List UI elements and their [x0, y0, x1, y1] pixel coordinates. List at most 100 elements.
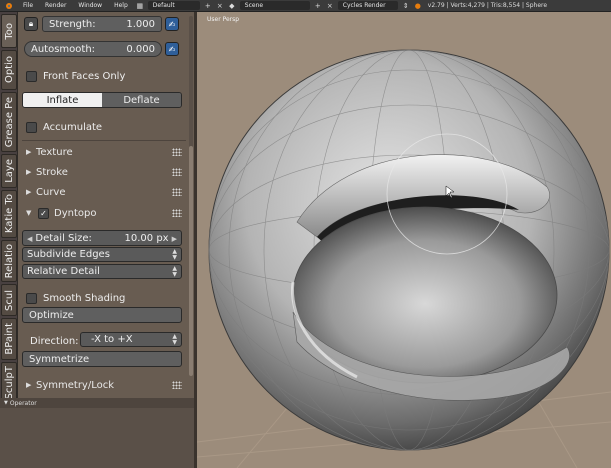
- drag-grip-icon[interactable]: [172, 209, 182, 217]
- optimize-label: Optimize: [29, 309, 74, 321]
- detail-size-value: 10.00 px: [124, 232, 169, 244]
- drag-grip-icon[interactable]: [172, 381, 182, 389]
- add-scene-icon[interactable]: +: [314, 2, 322, 10]
- viewport-view-label: User Persp: [207, 16, 240, 23]
- subpanel-symmetry-lock[interactable]: ▶ Symmetry/Lock: [26, 376, 182, 394]
- front-faces-only-label: Front Faces Only: [43, 70, 126, 82]
- subpanel-dyntopo-label: Dyntopo: [54, 207, 97, 219]
- expand-arrow-icon: ▶: [26, 168, 32, 176]
- smooth-shading-label: Smooth Shading: [43, 292, 126, 304]
- scene-stats: v2.79 | Verts:4,279 | Tris:8,554 | Spher…: [427, 2, 548, 9]
- tab-relations[interactable]: Relatio: [1, 240, 17, 282]
- tab-grease-pencil[interactable]: Grease Pe: [1, 92, 17, 152]
- deflate-button[interactable]: Deflate: [102, 93, 181, 107]
- autosmooth-slider[interactable]: Autosmooth: 0.000: [24, 41, 162, 57]
- layout-name: Default: [152, 2, 175, 9]
- strength-value: 1.000: [126, 18, 155, 30]
- strength-pressure-icon[interactable]: ✍︎: [165, 17, 179, 31]
- subpanel-texture-label: Texture: [36, 146, 73, 158]
- increment-arrow-icon[interactable]: ▶: [172, 235, 177, 243]
- render-engine-selector[interactable]: Cycles Render: [337, 1, 398, 10]
- sphere-mesh[interactable]: [208, 49, 610, 451]
- drag-grip-icon[interactable]: [172, 188, 182, 196]
- subpanel-texture[interactable]: ▶ Texture: [26, 143, 182, 161]
- subpanel-stroke[interactable]: ▶ Stroke: [26, 163, 182, 181]
- inflate-button[interactable]: Inflate: [23, 93, 102, 107]
- drag-grip-icon[interactable]: [172, 168, 182, 176]
- expand-arrow-icon: ▶: [26, 148, 32, 156]
- smooth-shading-checkbox[interactable]: Smooth Shading: [26, 291, 190, 305]
- drag-grip-icon[interactable]: [172, 148, 182, 156]
- updown-arrows-icon: ▲ ▼: [172, 332, 177, 346]
- tab-tools[interactable]: Too: [1, 14, 17, 48]
- blender-logo-icon[interactable]: [4, 1, 14, 11]
- accumulate-checkbox[interactable]: Accumulate: [26, 120, 190, 134]
- subpanel-stroke-label: Stroke: [36, 166, 68, 178]
- operator-label: Operator: [9, 399, 37, 407]
- symmetrize-button[interactable]: Symmetrize: [22, 351, 182, 367]
- front-faces-only-box[interactable]: [26, 70, 37, 82]
- tab-grease-pencil-label: Grease Pe: [3, 96, 15, 148]
- tab-sculpt[interactable]: Scul: [1, 284, 17, 316]
- render-engine-name: Cycles Render: [342, 2, 386, 9]
- subpanel-curve-label: Curve: [36, 186, 66, 198]
- detail-size-field[interactable]: ◀ Detail Size: 10.00 px ▶: [22, 230, 182, 246]
- smooth-shading-box[interactable]: [26, 292, 37, 304]
- scene-icon[interactable]: ◆: [228, 2, 236, 10]
- scrollbar-thumb[interactable]: [189, 146, 193, 376]
- tab-options[interactable]: Optio: [1, 50, 17, 90]
- subdivide-mode-value: Subdivide Edges: [27, 249, 110, 260]
- subdivide-mode-select[interactable]: Subdivide Edges ▲ ▼: [22, 247, 182, 262]
- operator-panel: [0, 408, 194, 468]
- scene-name: Scene: [244, 2, 264, 9]
- scene-selector[interactable]: Scene: [239, 1, 310, 10]
- tab-layers[interactable]: Laye: [1, 154, 17, 188]
- symmetry-direction-select[interactable]: -X to +X ▲ ▼: [80, 332, 182, 347]
- decrement-arrow-icon[interactable]: ◀: [27, 235, 32, 243]
- expand-arrow-icon: ▶: [26, 381, 32, 389]
- dyntopo-enable-checkbox[interactable]: ✓: [38, 207, 49, 219]
- tab-tools-label: Too: [3, 22, 15, 40]
- lock-icon[interactable]: 🔒︎: [24, 17, 38, 31]
- expand-arrow-icon: ▼: [4, 400, 8, 406]
- panel-scrollbar[interactable]: [189, 16, 193, 376]
- tab-layers-label: Laye: [3, 159, 15, 183]
- close-scene-icon[interactable]: ×: [326, 2, 334, 10]
- autosmooth-pressure-icon[interactable]: ✍︎: [165, 42, 179, 56]
- blender-version-icon: ●: [414, 1, 421, 10]
- direction-label: Direction:: [30, 336, 79, 347]
- autosmooth-value: 0.000: [126, 43, 155, 55]
- optimize-button[interactable]: Optimize: [22, 307, 182, 323]
- accumulate-label: Accumulate: [43, 121, 103, 133]
- tab-relations-label: Relatio: [3, 243, 15, 279]
- detail-size-label-wrap: ◀ Detail Size:: [27, 233, 92, 244]
- subpanel-dyntopo[interactable]: ▼ ✓ Dyntopo: [26, 204, 182, 222]
- menu-render[interactable]: Render: [45, 2, 66, 9]
- layout-selector[interactable]: Default: [147, 1, 200, 10]
- detail-mode-select[interactable]: Relative Detail ▲ ▼: [22, 264, 182, 279]
- screen-layout-icon[interactable]: ▦: [136, 2, 144, 10]
- menu-window[interactable]: Window: [78, 2, 102, 9]
- collapse-arrow-icon: ▼: [26, 209, 32, 217]
- menu-file[interactable]: File: [23, 2, 33, 9]
- strength-slider[interactable]: Strength: 1.000: [42, 16, 162, 32]
- tab-bpaint[interactable]: BPaint: [1, 318, 17, 360]
- front-faces-only-checkbox[interactable]: Front Faces Only: [26, 69, 190, 83]
- detail-mode-value: Relative Detail: [27, 266, 100, 277]
- tab-katie-tools[interactable]: Katie To: [1, 190, 17, 238]
- close-layout-icon[interactable]: ×: [216, 2, 224, 10]
- menu-help[interactable]: Help: [114, 2, 128, 9]
- operator-panel-header[interactable]: ▼ Operator: [0, 398, 194, 408]
- strength-label: Strength:: [49, 18, 96, 30]
- 3d-viewport[interactable]: User Persp: [197, 12, 611, 468]
- engine-dropdown-icon[interactable]: ⇕: [402, 2, 410, 10]
- viewport-canvas[interactable]: [197, 12, 611, 468]
- detail-size-value-wrap: 10.00 px ▶: [125, 233, 177, 244]
- add-layout-icon[interactable]: +: [204, 2, 212, 10]
- accumulate-box[interactable]: [26, 121, 37, 133]
- subpanel-curve[interactable]: ▶ Curve: [26, 183, 182, 201]
- tool-tab-strip: Too Optio Grease Pe Laye Katie To Relati…: [0, 12, 18, 456]
- divider: [22, 140, 186, 141]
- tab-sculpt-tools-label: SculpT: [3, 366, 15, 400]
- tab-bpaint-label: BPaint: [3, 323, 15, 355]
